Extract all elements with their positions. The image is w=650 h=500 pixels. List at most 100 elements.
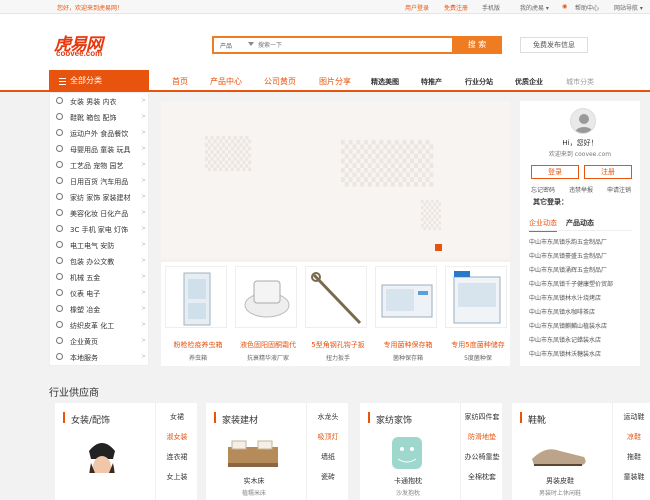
category-item[interactable]: 3C 手机 家电 灯饰 >: [50, 221, 150, 237]
chevron-right-icon: >: [141, 273, 147, 280]
news-item[interactable]: 中山市东凤镇麒麟山植装水店: [529, 321, 607, 330]
industry-side-link[interactable]: 水龙头: [307, 412, 349, 422]
nav-item-featured[interactable]: 精选美图: [371, 77, 399, 87]
category-item[interactable]: 运动户外 食品餐饮 >: [50, 125, 150, 141]
industry-side-link[interactable]: 童装鞋: [613, 472, 650, 482]
product-card[interactable]: 粉枪检疫养虫箱 养虫箱: [163, 264, 229, 362]
industry-side-link[interactable]: 拖鞋: [613, 452, 650, 462]
free-publish-button[interactable]: 免费发布信息: [520, 37, 588, 53]
mobile-link[interactable]: 手机版: [482, 3, 500, 12]
industry-image[interactable]: [220, 433, 286, 473]
news-item[interactable]: 中山市东凤镇林水汁烧烤店: [529, 293, 601, 302]
industry-side-link[interactable]: 凉鞋: [613, 432, 650, 442]
category-icon: [56, 321, 63, 328]
main-nav: 全部分类 首页 产品中心 公司黄页 图片分享 精选美图 特推产 行业分站 优质企…: [0, 70, 650, 92]
search-category-select[interactable]: 产品: [220, 41, 232, 50]
industry-side-link[interactable]: 运动鞋: [613, 412, 650, 422]
site-nav-link[interactable]: 网站导航 ▾: [614, 3, 643, 12]
search-input[interactable]: [258, 39, 448, 51]
product-card[interactable]: 专用菌种保存箱 菌种保存箱: [373, 264, 439, 362]
menu-icon: [59, 78, 66, 87]
category-label: 电工电气 安防: [70, 242, 115, 250]
login-link[interactable]: 用户登录: [405, 3, 429, 12]
hero-banner[interactable]: ▒▒ ▒▒▒ ▒: [161, 101, 510, 259]
search-button[interactable]: 搜 索: [452, 36, 502, 54]
tab-product-news[interactable]: 产品动态: [566, 218, 594, 228]
category-item[interactable]: 日用百货 汽车用品 >: [50, 173, 150, 189]
welcome-text: 您好，欢迎来到虎易网！: [57, 5, 124, 12]
category-item[interactable]: 仪表 电子 >: [50, 285, 150, 301]
industry-side-link[interactable]: 连衣裙: [156, 452, 198, 462]
industry-side-link[interactable]: 全棉枕套: [461, 472, 503, 482]
my-account-link[interactable]: 我的虎易 ▾: [520, 3, 549, 12]
industry-side-link[interactable]: 女裙: [156, 412, 198, 422]
product-image: [165, 266, 227, 328]
category-item[interactable]: 工艺品 宠物 园艺 >: [50, 157, 150, 173]
industry-side-link[interactable]: 女上装: [156, 472, 198, 482]
register-button[interactable]: 注册: [584, 165, 632, 179]
chevron-right-icon: >: [141, 145, 147, 152]
help-link[interactable]: 帮助中心: [575, 3, 599, 12]
category-item[interactable]: 美容化妆 日化产品 >: [50, 205, 150, 221]
industry-side-link[interactable]: 防滑地垫: [461, 432, 503, 442]
nav-item-special[interactable]: 特推产: [421, 77, 442, 87]
news-item[interactable]: 中山市东凤镇豪盛五金制品厂: [529, 251, 607, 260]
login-button[interactable]: 登录: [531, 165, 579, 179]
category-item[interactable]: 家纺 家饰 家装建材 >: [50, 189, 150, 205]
product-card[interactable]: 5型角钢孔钩子扳 扭力扳手: [303, 264, 369, 362]
register-link[interactable]: 免费注册: [444, 3, 468, 12]
category-item[interactable]: 包装 办公文教 >: [50, 253, 150, 269]
industry-side-link[interactable]: 墙纸: [307, 452, 349, 462]
category-item[interactable]: 母婴用品 童装 玩具 >: [50, 141, 150, 157]
category-item[interactable]: 本地服务 >: [50, 349, 150, 365]
category-label: 企业黄页: [70, 338, 98, 346]
category-item[interactable]: 机械 五金 >: [50, 269, 150, 285]
nav-item-photos[interactable]: 图片分享: [319, 76, 351, 87]
all-categories-button[interactable]: 全部分类: [49, 70, 149, 92]
news-item[interactable]: 中山市东凤镇水咖啡茶店: [529, 307, 595, 316]
banner-slide-indicator[interactable]: [435, 244, 442, 251]
nav-item-home[interactable]: 首页: [172, 76, 188, 87]
site-logo[interactable]: 虎易网 coovee.com: [54, 30, 116, 60]
category-item[interactable]: 电工电气 安防 >: [50, 237, 150, 253]
nav-item-stations[interactable]: 行业分站: [465, 77, 493, 87]
industry-title[interactable]: 家纺家饰: [376, 413, 412, 426]
category-icon: [56, 97, 63, 104]
category-item[interactable]: 企业黄页 >: [50, 333, 150, 349]
chevron-right-icon: >: [141, 321, 147, 328]
industry-side-link[interactable]: 吸顶灯: [307, 432, 349, 442]
news-item[interactable]: 中山市东凤镇千子健康塑价贸部: [529, 279, 613, 288]
industry-title[interactable]: 鞋靴: [528, 413, 546, 426]
industry-side-link[interactable]: 家纺四件套: [461, 412, 503, 422]
category-item[interactable]: 鞋靴 箱包 配饰 >: [50, 109, 150, 125]
chevron-right-icon: >: [141, 97, 147, 104]
report-link[interactable]: 违禁举报: [569, 185, 593, 194]
industry-image[interactable]: [69, 433, 135, 473]
news-item[interactable]: 中山市东凤镇乐韵五金制品厂: [529, 237, 607, 246]
industry-image[interactable]: [526, 433, 592, 473]
nav-item-yellowpages[interactable]: 公司黄页: [264, 76, 296, 87]
category-icon: [56, 241, 63, 248]
nav-item-products[interactable]: 产品中心: [210, 76, 242, 87]
nav-item-city[interactable]: 城市分类: [566, 77, 594, 87]
category-item[interactable]: 纺织皮革 化工 >: [50, 317, 150, 333]
nav-item-quality[interactable]: 优质企业: [515, 77, 543, 87]
category-label: 运动户外 食品餐饮: [70, 130, 129, 138]
forgot-password-link[interactable]: 忘记密码: [531, 185, 555, 194]
product-card[interactable]: 专用5度菌种储存 5度菌种保: [443, 264, 509, 362]
news-item[interactable]: 中山市东凤镇涌辉五金制品厂: [529, 265, 607, 274]
product-card[interactable]: 液色固阳固酮霜代 抗衰精华液厂家: [233, 264, 299, 362]
industry-side-link[interactable]: 瓷砖: [307, 472, 349, 482]
industry-side-link[interactable]: 办公椅靠垫: [461, 452, 503, 462]
industry-title[interactable]: 家装建材: [222, 413, 258, 426]
category-item[interactable]: 橡塑 冶金 >: [50, 301, 150, 317]
cancel-account-link[interactable]: 申请注销: [607, 185, 631, 194]
category-label: 工艺品 宠物 园艺: [70, 162, 124, 170]
industry-image[interactable]: [374, 433, 440, 473]
industry-side-link[interactable]: 淑女装: [156, 432, 198, 442]
news-item[interactable]: 中山市东凤镇永记蜡装水店: [529, 335, 601, 344]
category-item[interactable]: 女装 男装 内衣 >: [50, 93, 150, 109]
industry-title[interactable]: 女装/配饰: [71, 413, 110, 426]
news-item[interactable]: 中山市东凤镇林沃糖装水店: [529, 349, 601, 358]
category-label: 机械 五金: [70, 274, 101, 282]
